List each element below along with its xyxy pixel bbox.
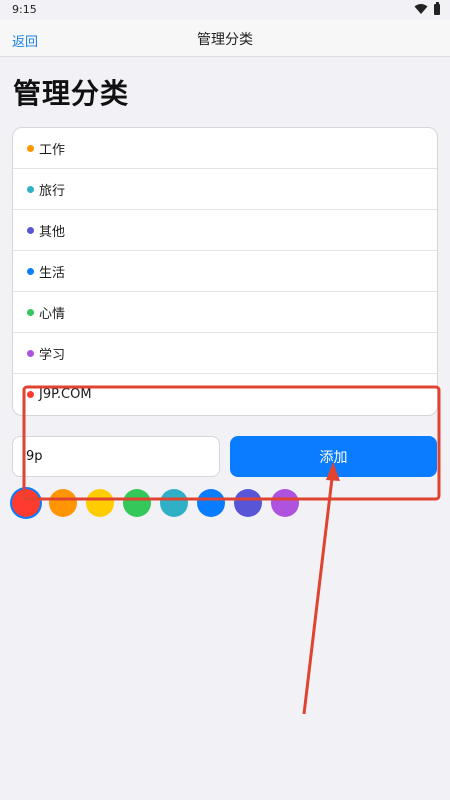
list-item-life[interactable]: 生活	[13, 251, 437, 292]
category-label: 旅行	[39, 183, 66, 199]
category-label: 工作	[39, 142, 66, 158]
navigation-bar: 返回 管理分类	[0, 20, 450, 57]
color-swatch-green[interactable]	[123, 489, 151, 517]
color-swatch-purple[interactable]	[271, 489, 299, 517]
category-label: 心情	[39, 306, 66, 322]
add-button[interactable]: 添加	[230, 436, 437, 477]
category-color-dot	[27, 267, 34, 275]
color-swatch-orange[interactable]	[49, 489, 77, 517]
category-label: 学习	[39, 347, 66, 363]
status-icons	[414, 1, 440, 15]
category-color-dot	[27, 226, 34, 234]
category-color-dot	[27, 185, 34, 193]
annotation-arrow-line	[302, 469, 335, 715]
color-swatch-teal[interactable]	[160, 489, 188, 517]
battery-icon	[434, 1, 440, 15]
category-color-dot	[27, 308, 34, 316]
category-name-input[interactable]	[12, 436, 220, 477]
category-color-dot	[27, 391, 34, 398]
category-label: J9P.COM	[39, 387, 92, 402]
list-item-travel[interactable]: 旅行	[13, 169, 437, 210]
category-label: 其他	[39, 224, 66, 240]
color-swatch-blue[interactable]	[197, 489, 225, 517]
new-category-row: 添加	[12, 436, 438, 478]
status-time: 9:15	[12, 3, 37, 16]
category-list: 工作 旅行 其他 生活 心情 学习 J9P.COM	[12, 127, 438, 416]
list-item-j9p[interactable]: J9P.COM	[13, 374, 437, 415]
wifi-icon	[414, 4, 428, 14]
list-item-mood[interactable]: 心情	[13, 292, 437, 333]
category-color-dot	[27, 144, 34, 152]
category-color-dot	[27, 349, 34, 357]
status-bar: 9:15	[0, 0, 450, 20]
color-swatch-red[interactable]	[12, 489, 40, 517]
list-item-study[interactable]: 学习	[13, 333, 437, 374]
category-label: 生活	[39, 265, 66, 281]
color-swatch-yellow[interactable]	[86, 489, 114, 517]
color-swatch-indigo[interactable]	[234, 489, 262, 517]
nav-title: 管理分类	[197, 32, 253, 48]
list-item-other[interactable]: 其他	[13, 210, 437, 251]
list-item-work[interactable]: 工作	[13, 128, 437, 169]
page-title: 管理分类	[13, 77, 130, 110]
